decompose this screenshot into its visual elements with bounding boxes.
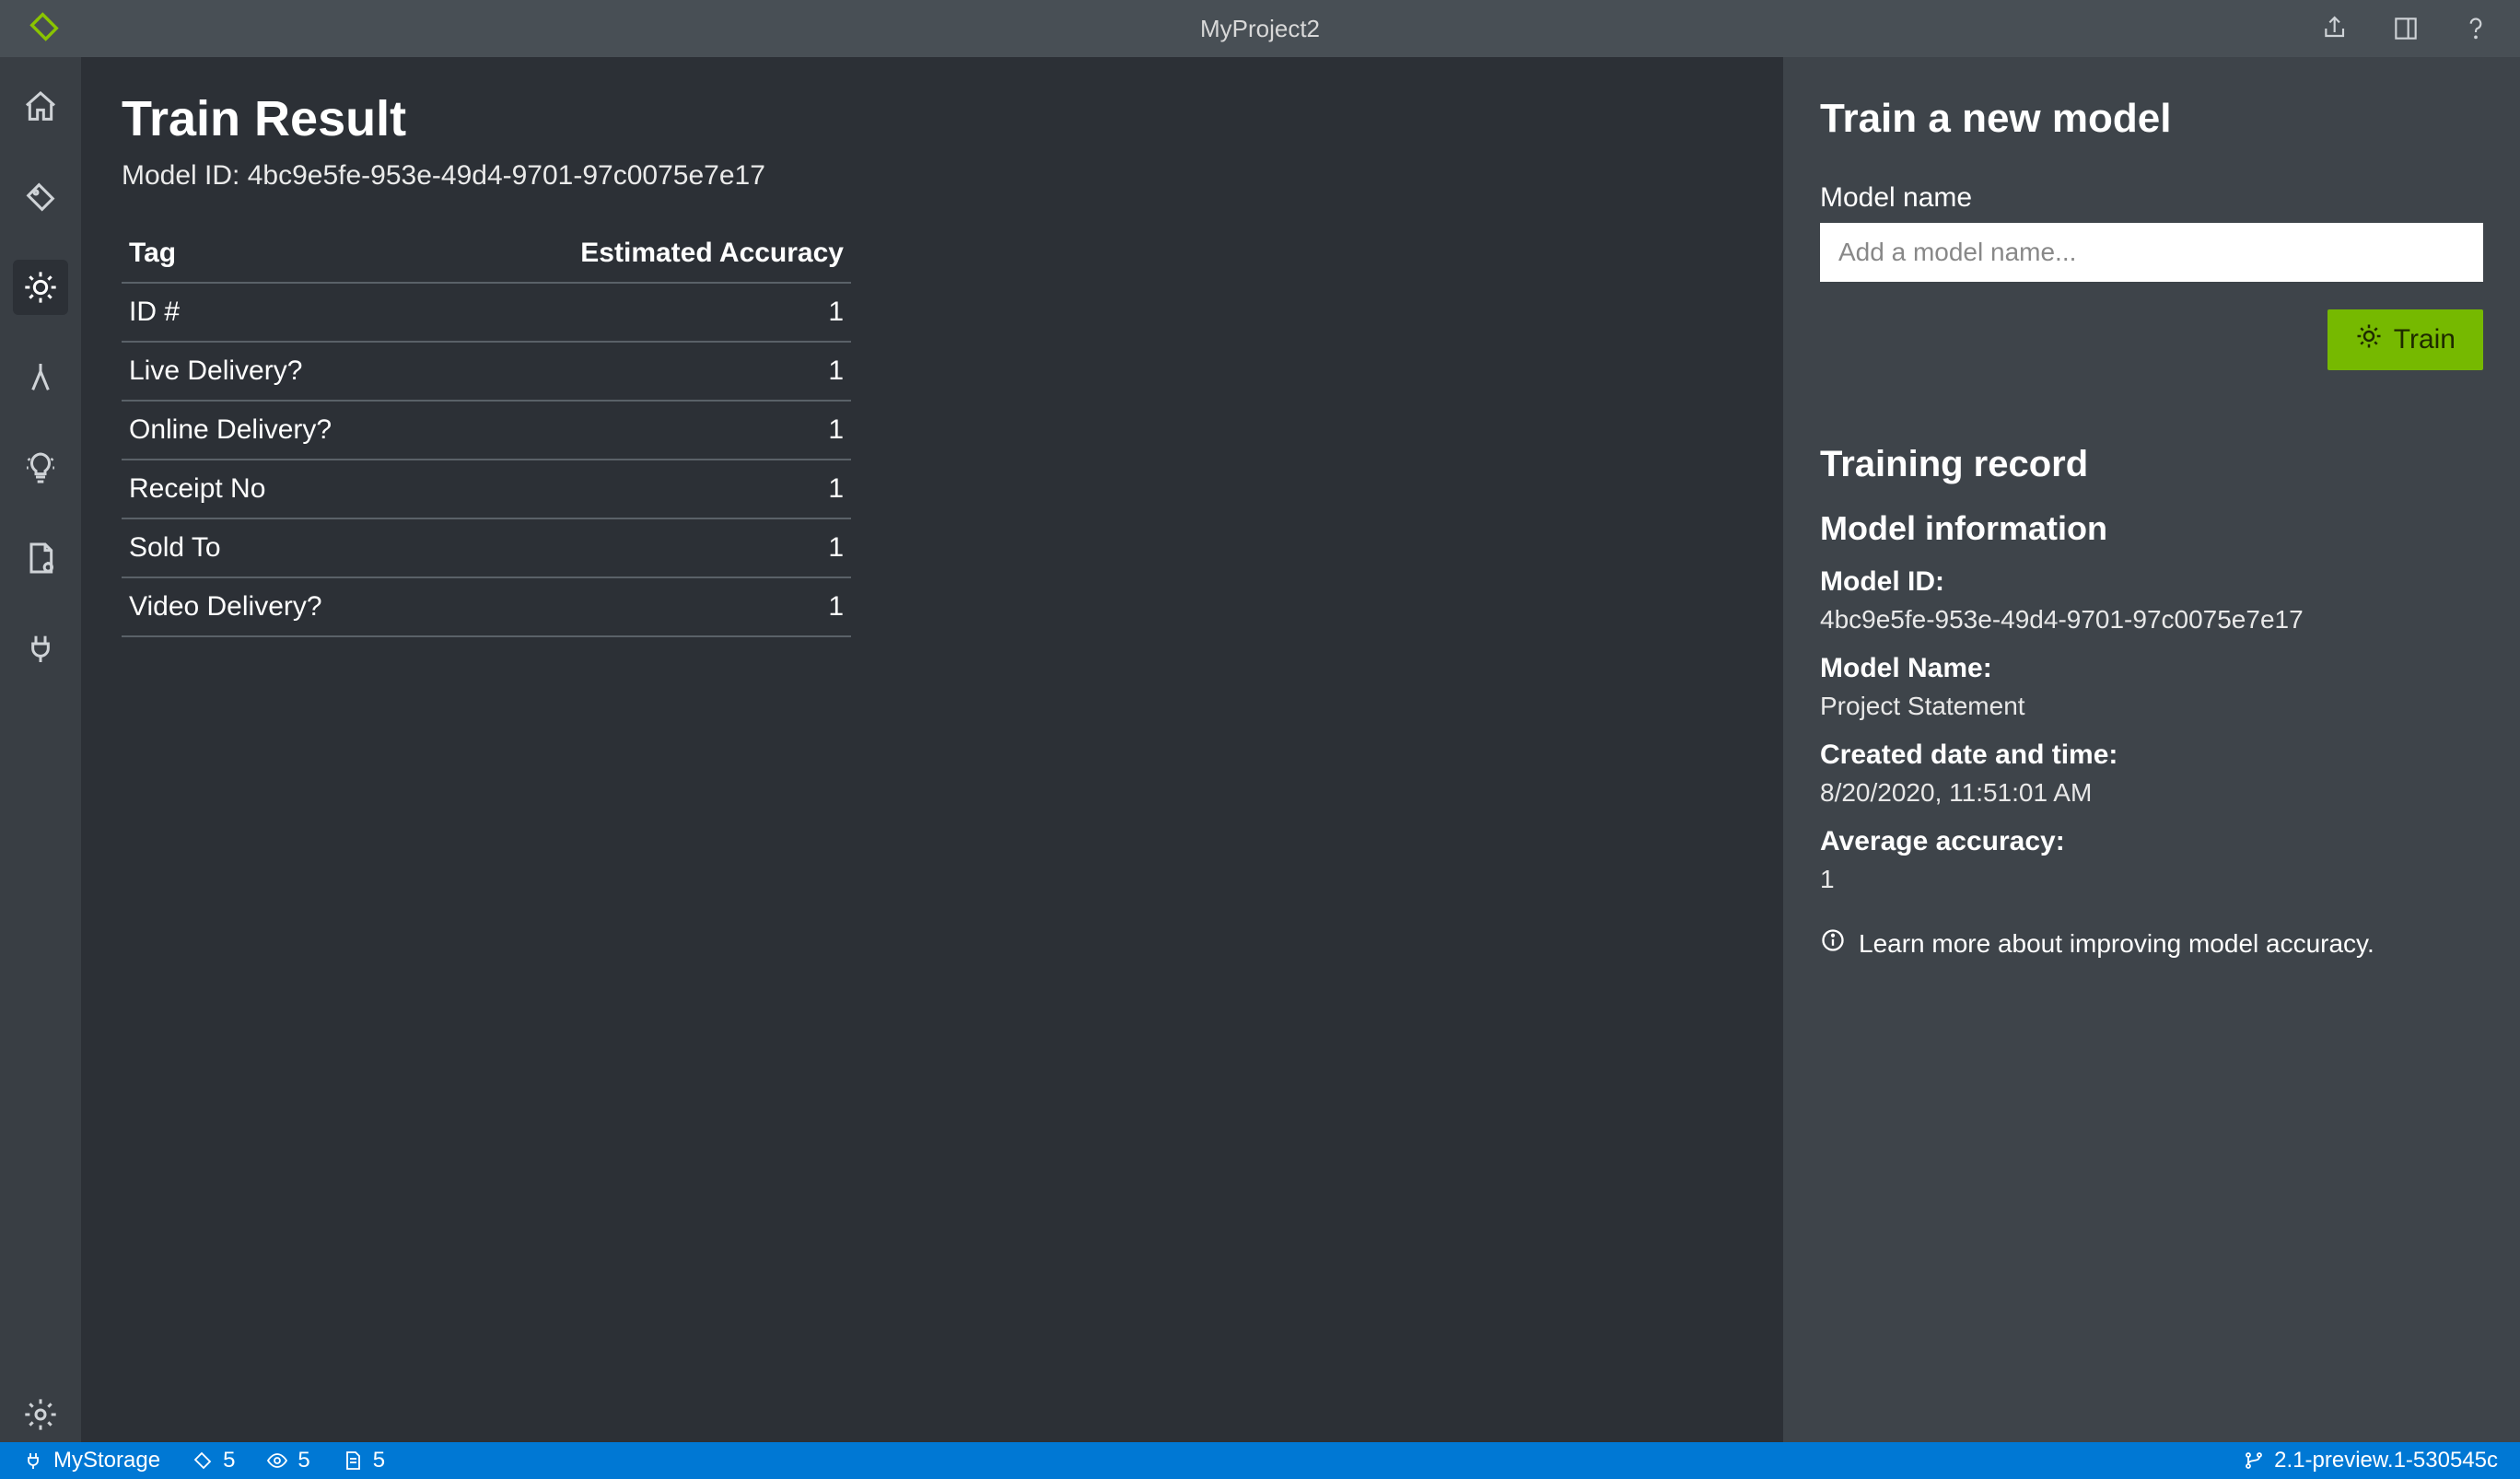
statusbar: MyStorage 5 5 5 2.1-preview.1-530545c xyxy=(0,1442,2520,1479)
sb-tags[interactable]: 5 xyxy=(192,1448,235,1473)
model-info-heading: Model information xyxy=(1820,509,2483,548)
project-title: MyProject2 xyxy=(1200,15,1320,43)
sb-views[interactable]: 5 xyxy=(266,1448,309,1473)
nav-tag-icon[interactable] xyxy=(13,169,68,225)
train-button-icon xyxy=(2355,322,2383,357)
result-table: Tag Estimated Accuracy ID #1 Live Delive… xyxy=(122,225,851,637)
content-area: Train Result Model ID: 4bc9e5fe-953e-49d… xyxy=(81,57,2520,1442)
nav-compose-icon[interactable] xyxy=(13,350,68,405)
learn-more-link[interactable]: Learn more about improving model accurac… xyxy=(1820,927,2483,960)
sb-version: 2.1-preview.1-530545c xyxy=(2274,1448,2498,1473)
model-id-line: Model ID: 4bc9e5fe-953e-49d4-9701-97c007… xyxy=(122,160,1743,192)
model-id-value: 4bc9e5fe-953e-49d4-9701-97c0075e7e17 xyxy=(248,160,765,191)
table-row: Receipt No1 xyxy=(122,460,851,518)
table-row: Online Delivery?1 xyxy=(122,401,851,460)
info-avg-acc-value: 1 xyxy=(1820,865,2483,894)
info-model-id-value: 4bc9e5fe-953e-49d4-9701-97c0075e7e17 xyxy=(1820,605,2483,635)
sb-view-count: 5 xyxy=(298,1448,309,1473)
train-button[interactable]: Train xyxy=(2328,309,2483,370)
info-model-name-label: Model Name: xyxy=(1820,653,2483,684)
sb-storage[interactable]: MyStorage xyxy=(22,1448,160,1473)
info-created-value: 8/20/2020, 11:51:01 AM xyxy=(1820,778,2483,808)
col-header-accuracy: Estimated Accuracy xyxy=(442,225,851,283)
nav-home-icon[interactable] xyxy=(13,79,68,134)
nav-lightbulb-icon[interactable] xyxy=(13,440,68,495)
nav-page-settings-icon[interactable] xyxy=(13,530,68,586)
learn-more-text: Learn more about improving model accurac… xyxy=(1859,929,2374,959)
left-nav xyxy=(0,57,81,1442)
col-header-tag: Tag xyxy=(122,225,442,283)
sb-version-area[interactable]: 2.1-preview.1-530545c xyxy=(2243,1448,2498,1473)
info-model-name-value: Project Statement xyxy=(1820,692,2483,721)
sb-doc-count: 5 xyxy=(373,1448,385,1473)
train-button-label: Train xyxy=(2394,324,2456,355)
model-id-prefix: Model ID: xyxy=(122,160,239,191)
nav-train-icon[interactable] xyxy=(13,260,68,315)
main-pane: Train Result Model ID: 4bc9e5fe-953e-49d… xyxy=(81,57,1783,1442)
panel-icon[interactable] xyxy=(2387,10,2424,47)
training-record-heading: Training record xyxy=(1820,444,2483,485)
model-name-label: Model name xyxy=(1820,182,2483,214)
nav-plug-icon[interactable] xyxy=(13,621,68,676)
info-model-id-label: Model ID: xyxy=(1820,566,2483,598)
table-row: Video Delivery?1 xyxy=(122,577,851,636)
table-row: ID #1 xyxy=(122,283,851,342)
help-icon[interactable] xyxy=(2457,10,2494,47)
branch-icon xyxy=(2243,1450,2265,1472)
page-title: Train Result xyxy=(122,90,1743,147)
sb-tag-count: 5 xyxy=(223,1448,235,1473)
table-row: Sold To1 xyxy=(122,518,851,577)
sb-storage-label: MyStorage xyxy=(53,1448,160,1473)
sb-docs[interactable]: 5 xyxy=(342,1448,385,1473)
topbar: MyProject2 xyxy=(0,0,2520,57)
info-icon xyxy=(1820,927,1846,960)
share-icon[interactable] xyxy=(2317,10,2354,47)
train-new-model-heading: Train a new model xyxy=(1820,96,2483,142)
info-created-label: Created date and time: xyxy=(1820,740,2483,771)
table-row: Live Delivery?1 xyxy=(122,342,851,401)
nav-settings-icon[interactable] xyxy=(13,1387,68,1442)
model-name-input[interactable] xyxy=(1820,223,2483,282)
app-logo-icon xyxy=(26,8,63,50)
info-avg-acc-label: Average accuracy: xyxy=(1820,826,2483,857)
right-pane: Train a new model Model name Train Train… xyxy=(1783,57,2520,1442)
